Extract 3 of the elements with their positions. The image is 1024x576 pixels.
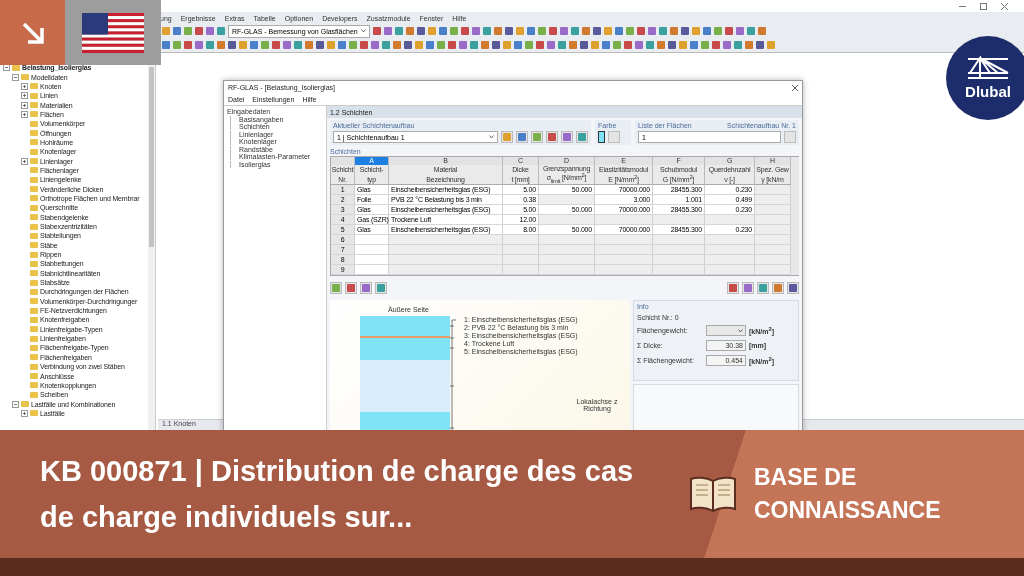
logo-text: Dlubal xyxy=(965,83,1011,100)
category-label: BASE DE CONNAISSANCE xyxy=(754,463,942,525)
article-title: KB 000871 | Distribution de charge des cas de charge individuels sur... xyxy=(40,454,635,535)
